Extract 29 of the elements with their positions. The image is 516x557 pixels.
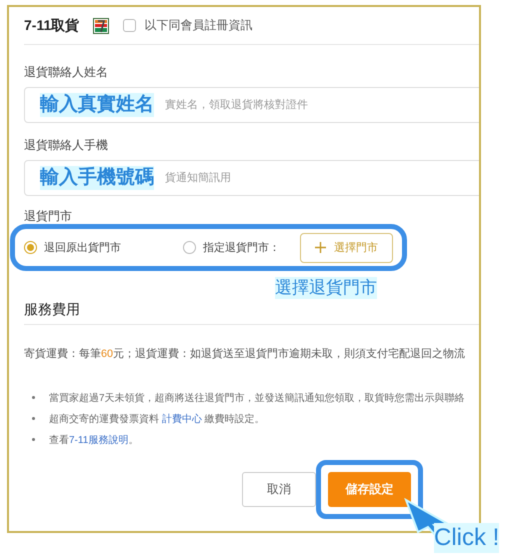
section-heading: 服務費用 — [24, 299, 479, 325]
link[interactable]: 計費中心 — [162, 414, 202, 424]
field-label: 退貨聯絡人手機 — [24, 137, 109, 153]
annotation-text: Click ! — [434, 523, 500, 553]
radio-label: 退回原出貨門市 — [44, 240, 121, 255]
radio-button[interactable] — [24, 241, 37, 254]
radio-label: 指定退貨門市： — [203, 240, 280, 255]
note-text: 當買家超過7天未領貨，超商將送往退貨門市，並發送簡訊通知您領取，取貨時您需出示與聯絡 — [49, 392, 465, 404]
cancel-button[interactable]: 取消 — [242, 472, 316, 507]
logo-icon — [93, 18, 110, 34]
link[interactable]: 7-11服務說明 — [69, 434, 128, 446]
radio-button[interactable] — [183, 241, 196, 254]
note-text: 查看7-11服務說明。 — [49, 434, 138, 446]
section-title: 7-11取貨 — [24, 16, 80, 34]
annotation-text: 輸入手機號碼 — [40, 166, 154, 190]
checkbox-label: 以下同會員註冊資訊 — [144, 17, 252, 34]
select-store-button[interactable]: 選擇門市 — [300, 232, 393, 262]
fee-text: 寄貨運費：每筆60元；退貨運費：如退貨送至退貨門市逾期未取，則須支付宅配退回之物流 — [24, 346, 466, 362]
bullet-icon — [32, 396, 35, 399]
plus-icon — [315, 242, 326, 253]
bullet-icon — [32, 438, 35, 441]
field-label: 退貨聯絡人姓名 — [24, 64, 109, 80]
annotation-text: 輸入真實姓名 — [40, 93, 154, 117]
save-button[interactable]: 儲存設定 — [328, 472, 411, 507]
note-text: 超商交寄的運費發票資料 計費中心 繳費時設定。 — [49, 412, 265, 426]
annotation-text: 選擇退貨門市 — [275, 277, 377, 299]
field-label: 退貨門市 — [24, 208, 73, 224]
bullet-icon — [32, 417, 35, 420]
checkbox[interactable] — [123, 19, 136, 32]
